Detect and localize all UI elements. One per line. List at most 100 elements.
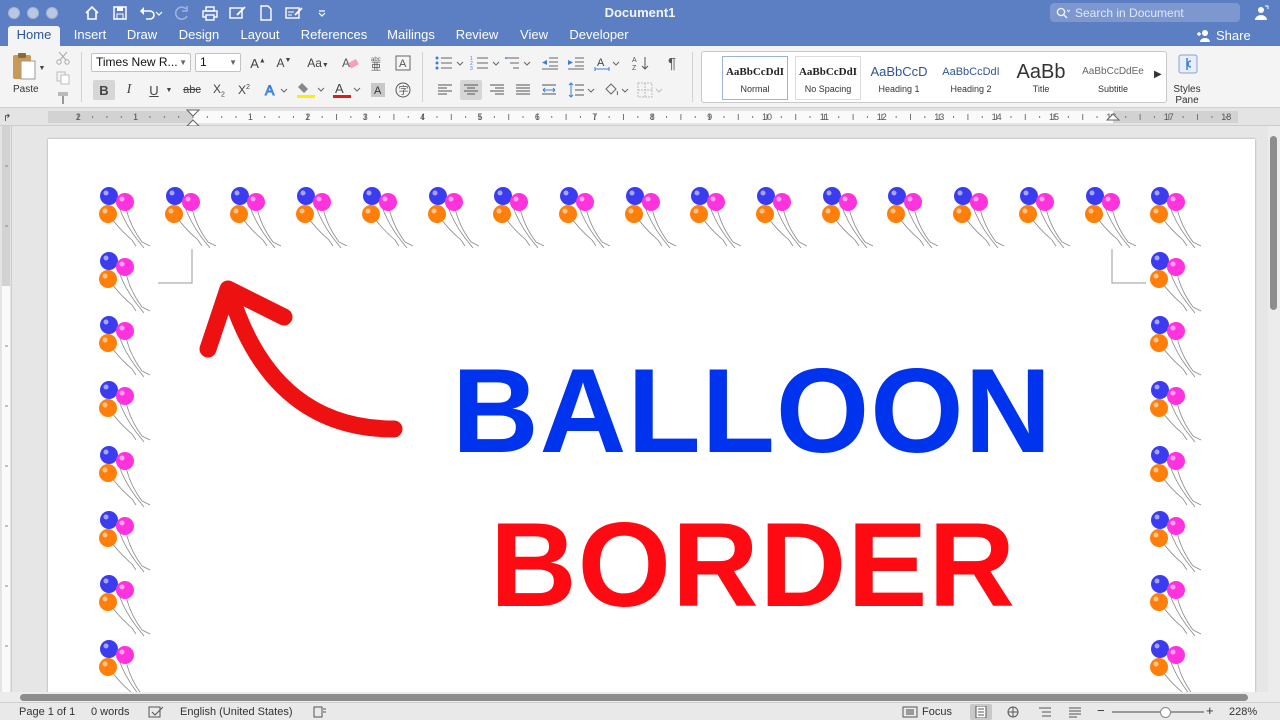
tab-review[interactable]: Review bbox=[452, 26, 502, 46]
style-no-spacing[interactable]: AaBbCcDdI No Spacing bbox=[795, 56, 861, 100]
subscript-button[interactable]: X2 bbox=[208, 80, 230, 100]
underline-options-chevron-icon[interactable]: ▼ bbox=[164, 80, 174, 100]
cut-icon[interactable] bbox=[54, 48, 72, 68]
style-subtitle[interactable]: AaBbCcDdEe Subtitle bbox=[1080, 56, 1146, 100]
style-heading-1[interactable]: AaBbCcD Heading 1 bbox=[866, 56, 932, 100]
increase-indent-button[interactable] bbox=[565, 53, 587, 73]
proofing-icon[interactable] bbox=[148, 706, 164, 720]
change-case-button[interactable]: Aa▼ bbox=[304, 53, 332, 73]
zoom-out-button[interactable]: − bbox=[1097, 704, 1105, 717]
web-layout-view-icon[interactable] bbox=[1006, 706, 1020, 720]
sort-button[interactable]: AZ bbox=[630, 53, 654, 73]
underline-button[interactable]: U bbox=[144, 80, 164, 100]
search-box[interactable]: Search in Document bbox=[1050, 3, 1240, 22]
tab-view[interactable]: View bbox=[514, 26, 554, 46]
line-spacing-button[interactable] bbox=[566, 80, 598, 100]
multilevel-list-button[interactable] bbox=[504, 53, 534, 73]
highlight-color-button[interactable] bbox=[294, 80, 328, 100]
enclose-characters-button[interactable]: 字 bbox=[393, 80, 413, 100]
horizontal-scroll-thumb[interactable] bbox=[20, 694, 1248, 701]
style-title[interactable]: AaBb Title bbox=[1008, 56, 1074, 100]
superscript-button[interactable]: X2 bbox=[233, 80, 255, 100]
paste-options-chevron-icon[interactable]: ▼ bbox=[38, 58, 46, 78]
justify-button[interactable] bbox=[512, 80, 534, 100]
font-size-field[interactable]: 1 ▼ bbox=[195, 53, 241, 72]
show-formatting-marks-button[interactable]: ¶ bbox=[661, 53, 683, 73]
vertical-scrollbar[interactable] bbox=[1268, 126, 1280, 694]
ruler-ticks: 21123456789101112131415161718 ↱ bbox=[3, 109, 1238, 126]
align-right-button[interactable] bbox=[486, 80, 508, 100]
decrease-indent-button[interactable] bbox=[539, 53, 561, 73]
text-effects-button[interactable]: A bbox=[262, 80, 292, 100]
bold-icon: B bbox=[99, 82, 109, 98]
tab-home[interactable]: Home bbox=[8, 26, 60, 46]
vertical-scroll-thumb[interactable] bbox=[1270, 136, 1277, 310]
title-bar: Document1 Search in Document bbox=[0, 0, 1280, 26]
styles-pane-button[interactable] bbox=[1176, 52, 1200, 76]
draft-view-icon[interactable] bbox=[1068, 706, 1082, 720]
tab-references[interactable]: References bbox=[296, 26, 372, 46]
user-icon[interactable] bbox=[1250, 3, 1272, 23]
font-color-button[interactable]: A bbox=[330, 80, 364, 100]
shading-button[interactable] bbox=[602, 80, 632, 100]
print-icon[interactable] bbox=[198, 3, 222, 23]
close-window-button[interactable] bbox=[8, 7, 20, 19]
borders-button[interactable] bbox=[636, 80, 666, 100]
horizontal-ruler[interactable]: 21123456789101112131415161718 ↱ bbox=[0, 108, 1280, 126]
bold-button[interactable]: B bbox=[93, 80, 115, 100]
numbering-button[interactable]: 123 bbox=[468, 53, 504, 73]
paste-button[interactable] bbox=[6, 50, 40, 84]
track-changes-icon[interactable] bbox=[282, 3, 306, 23]
tab-insert[interactable]: Insert bbox=[68, 26, 112, 46]
focus-mode-icon[interactable] bbox=[902, 706, 918, 720]
clear-formatting-button[interactable]: A bbox=[339, 53, 361, 73]
format-painter-icon[interactable] bbox=[54, 88, 72, 108]
distributed-button[interactable] bbox=[538, 80, 560, 100]
zoom-window-button[interactable] bbox=[46, 7, 58, 19]
outline-view-icon[interactable] bbox=[1038, 706, 1052, 720]
tab-design[interactable]: Design bbox=[174, 26, 224, 46]
font-name-field[interactable]: Times New R... ▼ bbox=[91, 53, 191, 72]
tab-mailings[interactable]: Mailings bbox=[382, 26, 440, 46]
zoom-level[interactable]: 228% bbox=[1229, 706, 1257, 719]
zoom-slider-thumb[interactable] bbox=[1160, 707, 1171, 718]
style-normal[interactable]: AaBbCcDdI Normal bbox=[722, 56, 788, 100]
review-icon[interactable] bbox=[226, 3, 250, 23]
home-icon[interactable] bbox=[80, 3, 104, 23]
italic-button[interactable]: I bbox=[119, 80, 139, 100]
character-border-button[interactable]: A bbox=[393, 53, 413, 73]
page-count[interactable]: Page 1 of 1 bbox=[19, 706, 75, 719]
macro-recording-icon[interactable] bbox=[313, 706, 327, 720]
new-document-icon[interactable] bbox=[254, 3, 278, 23]
grow-font-button[interactable]: A▲ bbox=[247, 53, 269, 73]
tab-draw[interactable]: Draw bbox=[122, 26, 162, 46]
strikethrough-button[interactable]: abc bbox=[180, 80, 204, 100]
bullets-button[interactable] bbox=[432, 53, 468, 73]
phonetic-guide-button[interactable]: abc 亜 bbox=[366, 53, 388, 73]
align-left-button[interactable] bbox=[434, 80, 456, 100]
save-icon[interactable] bbox=[108, 3, 132, 23]
gallery-next-icon[interactable]: ▶ bbox=[1154, 69, 1162, 80]
focus-label[interactable]: Focus bbox=[922, 706, 952, 719]
copy-icon[interactable] bbox=[54, 68, 72, 88]
tab-developer[interactable]: Developer bbox=[564, 26, 634, 46]
minimize-window-button[interactable] bbox=[27, 7, 39, 19]
print-layout-view-button[interactable] bbox=[970, 704, 992, 720]
style-heading-2[interactable]: AaBbCcDdI Heading 2 bbox=[938, 56, 1004, 100]
undo-icon[interactable] bbox=[136, 3, 166, 23]
vertical-ruler[interactable] bbox=[0, 126, 12, 694]
zoom-slider[interactable] bbox=[1112, 711, 1204, 713]
word-count[interactable]: 0 words bbox=[91, 706, 130, 719]
customize-toolbar-icon[interactable] bbox=[310, 3, 334, 23]
share-button[interactable]: Share bbox=[1196, 26, 1251, 46]
shrink-font-button[interactable]: A▼ bbox=[273, 53, 295, 73]
document-page[interactable]: BALLOON BORDER bbox=[48, 139, 1255, 694]
align-center-button[interactable] bbox=[460, 80, 482, 100]
language-status[interactable]: English (United States) bbox=[180, 706, 293, 719]
character-shading-button[interactable]: A bbox=[368, 80, 388, 100]
horizontal-scrollbar[interactable] bbox=[0, 692, 1280, 702]
zoom-in-button[interactable]: + bbox=[1206, 704, 1214, 717]
tab-layout[interactable]: Layout bbox=[236, 26, 284, 46]
redo-icon[interactable] bbox=[170, 3, 194, 23]
character-spacing-button[interactable]: A bbox=[593, 53, 623, 73]
